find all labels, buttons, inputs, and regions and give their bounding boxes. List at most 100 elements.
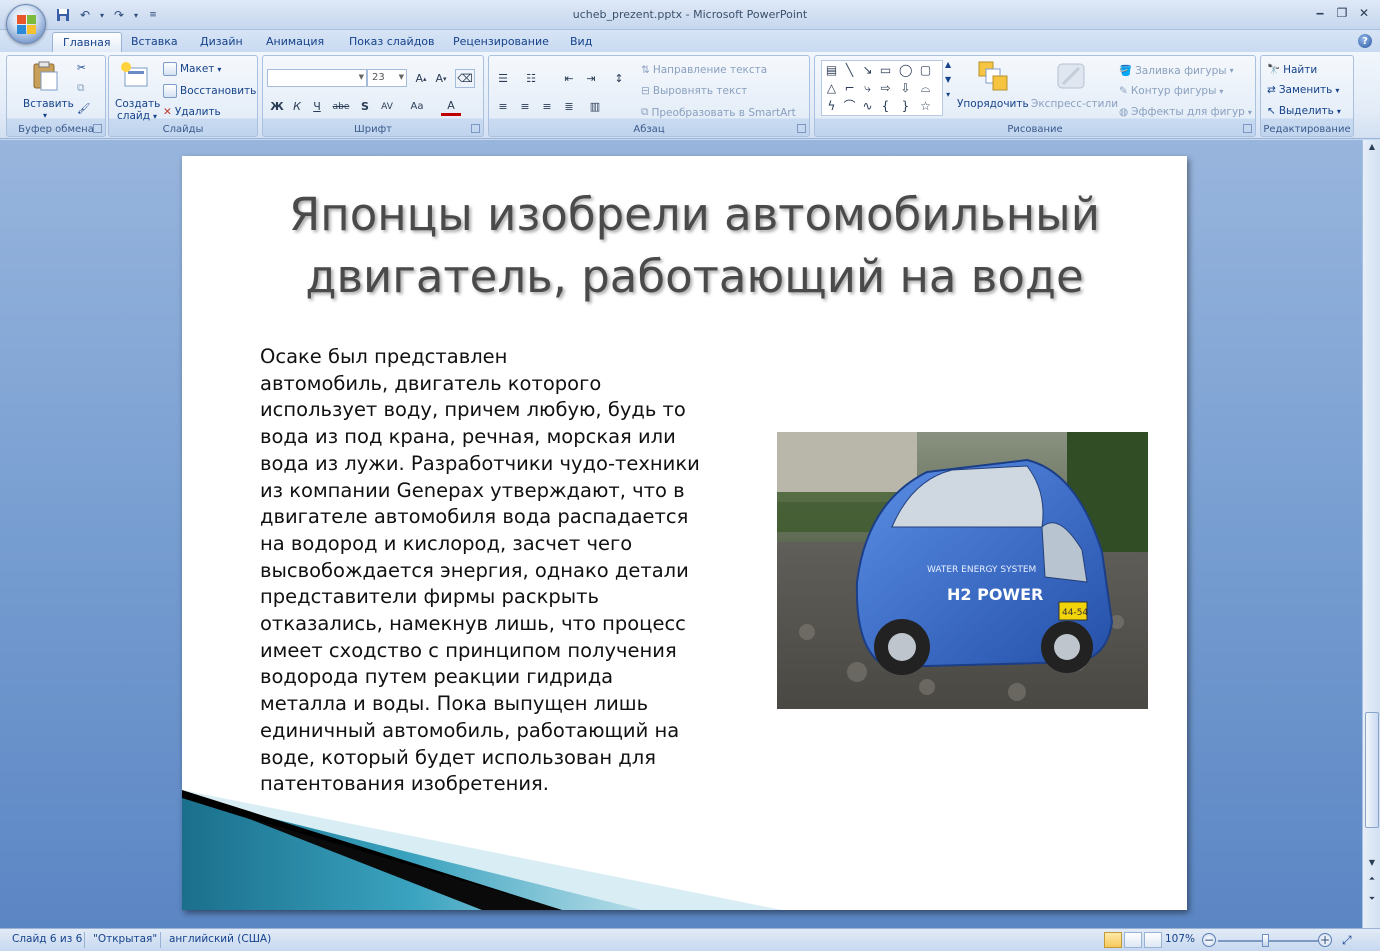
slide-sorter-icon[interactable] <box>1124 932 1142 948</box>
layout-button[interactable]: Макет ▾ <box>163 62 221 76</box>
arc-shape-icon[interactable]: ⌒ <box>843 100 856 113</box>
tab-home[interactable]: Главная <box>52 32 122 52</box>
shape-fill-button[interactable]: 🪣 Заливка фигуры ▾ <box>1119 64 1234 78</box>
justify-icon[interactable]: ≣ <box>559 97 579 116</box>
paste-dropdown-icon[interactable]: ▾ <box>43 111 47 120</box>
italic-icon[interactable]: К <box>287 97 307 116</box>
font-color-icon[interactable]: A <box>441 97 461 116</box>
tab-insert[interactable]: Вставка <box>121 32 188 52</box>
zoom-slider-thumb[interactable] <box>1262 934 1269 947</box>
car-photo[interactable]: WATER ENERGY SYSTEM H2 POWER 44-54 <box>777 432 1148 709</box>
slideshow-view-icon[interactable] <box>1144 932 1162 948</box>
align-center-icon[interactable]: ≡ <box>515 97 535 116</box>
star-shape-icon[interactable]: ☆ <box>919 100 932 113</box>
bold-icon[interactable]: Ж <box>267 97 287 116</box>
increase-indent-icon[interactable]: ⇥ <box>581 69 601 88</box>
normal-view-icon[interactable] <box>1104 932 1122 948</box>
minimize-button[interactable]: ‒ <box>1310 4 1330 22</box>
reset-button[interactable]: Восстановить <box>163 84 256 98</box>
drawing-launcher-icon[interactable] <box>1243 124 1252 133</box>
slide-title[interactable]: Японцы изобрели автомобильный двигатель,… <box>202 184 1187 308</box>
line-spacing-icon[interactable]: ↕ <box>609 69 629 88</box>
quick-styles-icon[interactable] <box>1055 60 1087 92</box>
clear-formatting-icon[interactable]: ⌫ <box>455 69 475 88</box>
new-slide-icon[interactable] <box>119 60 151 92</box>
underline-icon[interactable]: Ч <box>307 97 327 116</box>
numbering-icon[interactable]: ☷ <box>521 69 541 88</box>
scroll-up-icon[interactable]: ▲ <box>945 60 951 69</box>
elbow-arrow-icon[interactable]: ⤷ <box>861 82 874 95</box>
change-case-icon[interactable]: Aa <box>407 97 427 116</box>
zoom-out-icon[interactable]: − <box>1202 933 1216 947</box>
delete-slide-button[interactable]: ✕ Удалить <box>163 106 221 118</box>
clipboard-launcher-icon[interactable] <box>93 124 102 133</box>
find-button[interactable]: 🔭 Найти <box>1267 63 1317 77</box>
more-shapes-icon[interactable]: ▾ <box>946 90 950 99</box>
arrange-icon[interactable] <box>977 60 1009 92</box>
columns-icon[interactable]: ▥ <box>585 97 605 116</box>
office-button[interactable] <box>6 4 46 44</box>
scroll-down-icon[interactable]: ▼ <box>945 75 951 84</box>
elbow-connector-icon[interactable]: ⌐ <box>843 82 856 95</box>
new-slide-button[interactable]: Создать <box>115 98 160 110</box>
paragraph-launcher-icon[interactable] <box>797 124 806 133</box>
shrink-font-icon[interactable]: A ▾ <box>431 69 451 88</box>
replace-button[interactable]: ⇄ Заменить ▾ <box>1267 84 1339 96</box>
shape-effects-button[interactable]: ◍ Эффекты для фигур ▾ <box>1119 106 1252 118</box>
callout-shape-icon[interactable]: ⌓ <box>919 82 932 95</box>
close-button[interactable]: ✕ <box>1354 4 1374 22</box>
slide-body-text[interactable]: Осаке был представлен автомобиль, двигате… <box>260 344 740 798</box>
restore-button[interactable]: ❐ <box>1332 4 1352 22</box>
shapes-scroll[interactable]: ▲ ▼ ▾ <box>945 60 951 99</box>
paste-button[interactable]: Вставить <box>23 98 74 110</box>
left-brace-icon[interactable]: { <box>879 100 892 113</box>
language-indicator[interactable]: английский (США) <box>169 933 271 945</box>
align-right-icon[interactable]: ≡ <box>537 97 557 116</box>
decrease-indent-icon[interactable]: ⇤ <box>559 69 579 88</box>
character-spacing-icon[interactable]: AV <box>377 97 397 116</box>
rounded-rect-shape-icon[interactable]: ▢ <box>919 64 932 77</box>
lightning-shape-icon[interactable]: ϟ <box>825 100 838 113</box>
zoom-in-icon[interactable]: + <box>1318 933 1332 947</box>
strikethrough-icon[interactable]: abe <box>331 97 351 116</box>
cut-icon[interactable]: ✂ <box>77 62 86 74</box>
shapes-gallery[interactable]: ▤ ╲ ↘ ▭ ◯ ▢ △ ⌐ ⤷ ⇨ ⇩ ⌓ ϟ ⌒ ∿ { } ☆ <box>821 60 943 116</box>
previous-slide-icon[interactable]: ⏶ <box>1366 874 1378 886</box>
textbox-shape-icon[interactable]: ▤ <box>825 64 838 77</box>
copy-icon[interactable]: ⧉ <box>77 82 85 95</box>
triangle-shape-icon[interactable]: △ <box>825 82 838 95</box>
scrollbar-thumb[interactable] <box>1365 712 1379 828</box>
shadow-icon[interactable]: S <box>355 97 375 116</box>
theme-name[interactable]: "Открытая" <box>93 933 157 945</box>
text-direction-button[interactable]: ⇅ Направление текста <box>641 64 767 76</box>
scroll-up-arrow-icon[interactable]: ▲ <box>1366 142 1378 154</box>
tab-slideshow[interactable]: Показ слайдов <box>339 32 445 52</box>
format-painter-icon[interactable]: 🖌 <box>77 102 90 115</box>
next-slide-icon[interactable]: ⏷ <box>1366 894 1378 906</box>
new-slide-button-line2[interactable]: слайд ▾ <box>117 110 157 122</box>
shape-outline-button[interactable]: ✎ Контур фигуры ▾ <box>1119 85 1223 97</box>
align-left-icon[interactable]: ≡ <box>493 97 513 116</box>
tab-animation[interactable]: Анимация <box>256 32 334 52</box>
vertical-scrollbar[interactable]: ▲ ▼ ⏶ ⏷ <box>1362 140 1380 928</box>
scroll-down-arrow-icon[interactable]: ▼ <box>1366 858 1378 870</box>
select-button[interactable]: ↖ Выделить ▾ <box>1267 105 1341 117</box>
down-arrow-shape-icon[interactable]: ⇩ <box>899 82 912 95</box>
help-icon[interactable]: ? <box>1358 34 1372 48</box>
arrow-shape-icon[interactable]: ↘ <box>861 64 874 77</box>
zoom-level[interactable]: 107% <box>1165 933 1195 945</box>
quick-styles-button[interactable]: Экспресс-стили <box>1031 98 1118 110</box>
tab-review[interactable]: Рецензирование <box>443 32 559 52</box>
rectangle-shape-icon[interactable]: ▭ <box>879 64 892 77</box>
oval-shape-icon[interactable]: ◯ <box>899 64 912 77</box>
font-name-combo[interactable]: ▼ <box>267 69 367 87</box>
right-brace-icon[interactable]: } <box>899 100 912 113</box>
tab-view[interactable]: Вид <box>560 32 602 52</box>
paste-icon[interactable] <box>29 60 61 92</box>
fit-to-window-icon[interactable]: ⤢ <box>1342 933 1352 948</box>
font-launcher-icon[interactable] <box>471 124 480 133</box>
smartart-button[interactable]: ⧉ Преобразовать в SmartArt <box>641 106 796 119</box>
align-text-button[interactable]: ⊟ Выровнять текст <box>641 85 747 97</box>
bullets-icon[interactable]: ☰ <box>493 69 513 88</box>
freeform-shape-icon[interactable]: ∿ <box>861 100 874 113</box>
